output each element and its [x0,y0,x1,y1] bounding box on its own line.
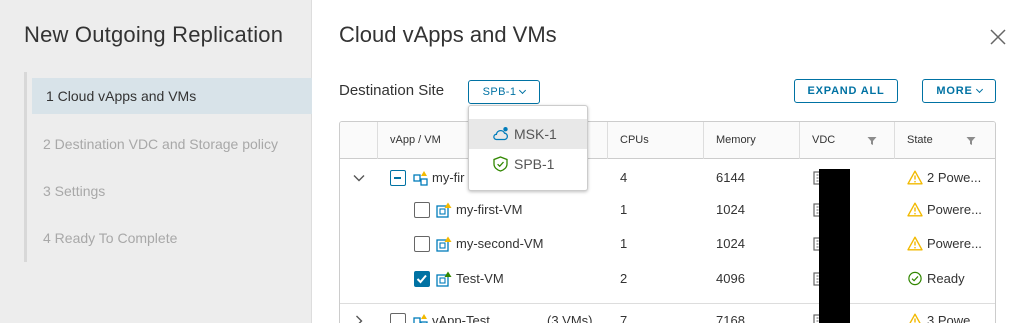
wizard-step-4[interactable]: 4 Ready To Complete [32,220,312,256]
dropdown-option-label: SPB-1 [514,156,555,172]
wizard-step-2[interactable]: 2 Destination VDC and Storage policy [32,126,312,162]
cpus-value: 4 [620,170,628,185]
column-header-state[interactable]: State [894,122,995,159]
row-checkbox[interactable] [414,271,430,287]
column-header-memory[interactable]: Memory [703,122,799,159]
checkmark-icon [416,274,427,284]
vapp-icon [413,314,428,323]
destination-site-select[interactable]: SPB-1 [468,80,540,104]
memory-value: 7168 [716,313,745,323]
more-button-label: MORE [936,85,973,97]
cpus-value: 7 [620,313,628,323]
row-checkbox[interactable] [390,313,406,323]
column-header-vdc-label: VDC [812,134,836,146]
memory-value: 6144 [716,170,745,185]
shield-check-icon [493,156,508,172]
state-value: Ready [927,271,965,286]
destination-site-value: SPB-1 [482,86,517,98]
grid-header: vApp / VM CPUs Memory VDC State [340,122,995,159]
warning-icon [907,236,923,251]
expand-all-button[interactable]: EXPAND ALL [794,79,898,103]
vapp-icon [413,171,428,186]
vm-icon [436,236,452,252]
dropdown-option-spb-1[interactable]: SPB-1 [469,149,587,179]
cpus-value: 1 [620,202,628,217]
more-button[interactable]: MORE [922,79,996,103]
main-panel: Cloud vApps and VMs Destination Site SPB… [313,0,1023,323]
column-header-cpus[interactable]: CPUs [607,122,703,159]
dropdown-option-label: MSK-1 [514,126,557,142]
vm-name[interactable]: my-second-VM [456,227,543,261]
destination-site-label: Destination Site [339,82,445,99]
column-header-state-label: State [907,134,933,146]
state-value: Powere... [927,202,982,217]
row-checkbox[interactable] [414,202,430,218]
chevron-down-icon [975,85,983,94]
cpus-value: 2 [620,271,628,286]
wizard-steps: 1 Cloud vApps and VMs 2 Destination VDC … [24,72,312,262]
wizard-step-1[interactable]: 1 Cloud vApps and VMs [32,78,312,114]
memory-value: 4096 [716,271,745,286]
vm-name[interactable]: my-first-VM [456,193,522,227]
wizard-title: New Outgoing Replication [24,22,284,47]
table-row[interactable]: my-first-VM 1 1024 s- Powere... [340,193,995,227]
site-dropdown-menu: MSK-1 SPB-1 [468,105,588,191]
warning-icon [909,313,921,323]
chevron-down-icon [519,86,527,95]
state-value: Powere... [927,236,982,251]
warning-icon [907,202,923,217]
close-icon[interactable] [989,28,1007,46]
vm-icon [436,202,452,218]
chevron-right-icon[interactable] [353,315,365,323]
table-row[interactable]: vApp-Test (3 VMs) 7 7168 s- 3 Powe... [340,303,995,323]
vm-icon [436,271,452,287]
page-title: Cloud vApps and VMs [339,22,557,47]
vm-count: (3 VMs) [547,313,593,323]
filter-icon[interactable] [867,136,877,146]
row-checkbox[interactable] [390,170,406,186]
wizard-sidebar: New Outgoing Replication 1 Cloud vApps a… [0,0,312,323]
chevron-down-icon[interactable] [353,172,365,184]
filter-icon[interactable] [966,136,976,146]
state-value: 3 Powe... [927,313,982,323]
table-row[interactable]: my-second-VM 1 1024 s- Powere... [340,227,995,261]
vm-name[interactable]: Test-VM [456,262,504,296]
cloud-icon [493,127,508,141]
dropdown-option-msk-1[interactable]: MSK-1 [469,119,587,149]
memory-value: 1024 [716,202,745,217]
warning-icon [907,170,923,185]
vapp-name[interactable]: vApp-Test [432,304,490,323]
state-value: 2 Powe... [927,170,982,185]
wizard-step-3[interactable]: 3 Settings [32,173,312,209]
table-row[interactable]: Test-VM 2 4096 s- Ready [340,262,995,296]
vapp-vm-grid: vApp / VM CPUs Memory VDC State my-fir s… [339,121,996,323]
memory-value: 1024 [716,236,745,251]
vapp-name[interactable]: my-fir [432,161,465,195]
table-row[interactable]: my-fir s) 4 6144 s- 2 Powe... [340,161,995,195]
column-header-vdc[interactable]: VDC [799,122,894,159]
check-circle-icon [908,271,922,286]
cpus-value: 1 [620,236,628,251]
row-checkbox[interactable] [414,236,430,252]
redaction-bar [819,169,850,323]
